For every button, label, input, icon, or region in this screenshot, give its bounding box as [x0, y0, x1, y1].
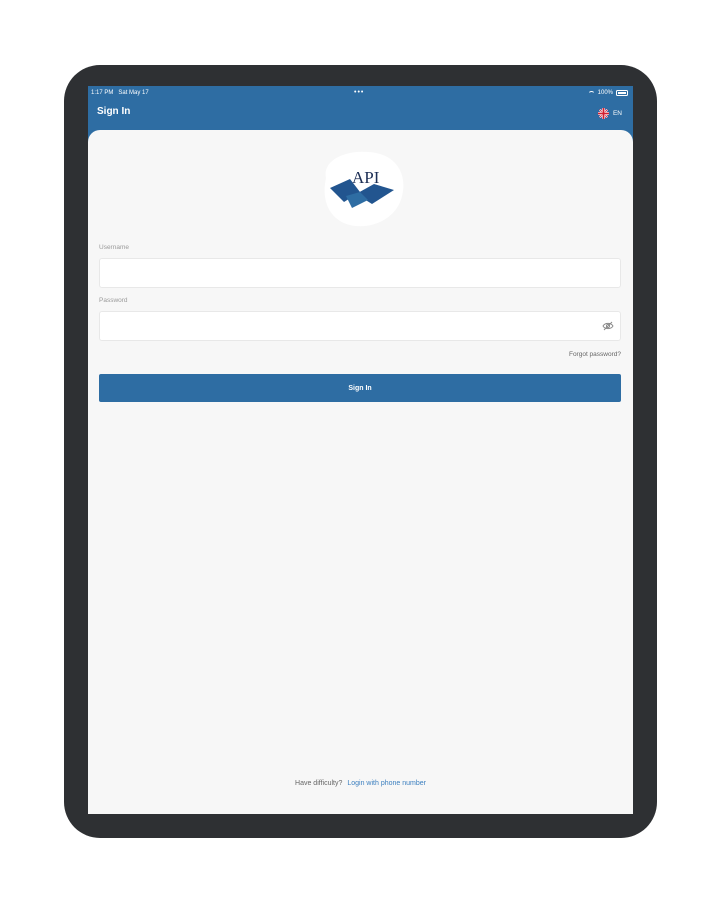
status-bar: 1:17 PM Sat May 17 ••• 100%: [88, 86, 633, 100]
wifi-icon: [587, 90, 595, 96]
password-field[interactable]: [99, 311, 621, 341]
forgot-password-link[interactable]: Forgot password?: [569, 351, 621, 358]
language-selector[interactable]: EN: [597, 108, 622, 119]
uk-flag-icon: [597, 108, 609, 119]
api-logo: API: [324, 151, 404, 227]
difficulty-text: Have difficulty?: [295, 780, 343, 787]
sign-in-card: API Username Password Forgot password? S…: [88, 130, 633, 814]
password-label: Password: [99, 297, 128, 304]
app-screen: 1:17 PM Sat May 17 ••• 100% Sign In EN A…: [88, 86, 633, 814]
username-field[interactable]: [99, 258, 621, 288]
status-time: 1:17 PM: [91, 90, 114, 96]
eye-off-icon[interactable]: [602, 321, 614, 331]
language-code: EN: [612, 110, 622, 117]
status-indicators: 100%: [587, 86, 628, 100]
sign-in-button[interactable]: Sign In: [99, 374, 621, 402]
battery-icon: [616, 90, 628, 96]
phone-login-link[interactable]: Login with phone number: [347, 780, 426, 787]
logo-text: API: [352, 168, 380, 187]
battery-percent: 100%: [597, 90, 613, 96]
footer-help: Have difficulty? Login with phone number: [88, 780, 633, 787]
status-time-date: 1:17 PM Sat May 17: [91, 86, 154, 100]
multitasking-dots[interactable]: •••: [354, 86, 364, 100]
status-date: Sat May 17: [118, 90, 149, 96]
page-title: Sign In: [97, 106, 131, 117]
username-label: Username: [99, 244, 129, 251]
